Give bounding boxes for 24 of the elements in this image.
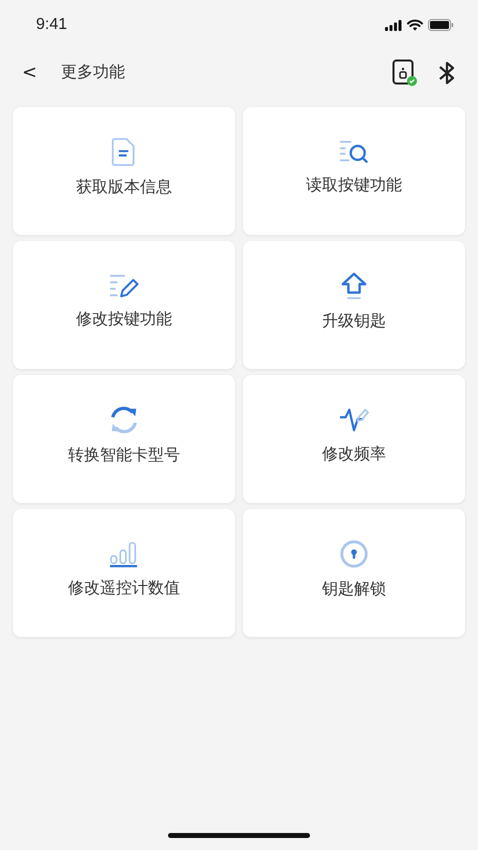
function-card[interactable]: 修改按键功能 xyxy=(13,241,235,369)
back-button[interactable]: < xyxy=(18,62,42,83)
keyhole-icon xyxy=(339,538,369,568)
device-check-icon[interactable] xyxy=(392,58,418,86)
function-card[interactable]: 转换智能卡型号 xyxy=(13,375,235,503)
battery-icon xyxy=(428,19,454,31)
document-icon xyxy=(111,136,137,166)
function-card[interactable]: 修改遥控计数值 xyxy=(13,509,235,637)
search-icon xyxy=(338,138,370,164)
bluetooth-icon[interactable] xyxy=(438,60,456,86)
wifi-icon xyxy=(407,19,423,31)
function-card[interactable]: 修改频率 xyxy=(243,375,465,503)
function-card[interactable]: 获取版本信息 xyxy=(13,107,235,235)
edit-list-icon xyxy=(108,272,140,298)
pulse-pencil-icon xyxy=(338,406,370,434)
function-card[interactable]: 钥匙解锁 xyxy=(243,509,465,637)
upload-arrow-icon xyxy=(340,270,368,300)
function-card[interactable]: 读取按键功能 xyxy=(243,107,465,235)
refresh-icon xyxy=(108,404,140,434)
bar-chart-icon xyxy=(108,540,140,568)
status-time: 9:41 xyxy=(36,16,68,34)
function-card[interactable]: 升级钥匙 xyxy=(243,241,465,369)
page-title: 更多功能 xyxy=(61,62,126,83)
signal-icon xyxy=(385,20,402,30)
